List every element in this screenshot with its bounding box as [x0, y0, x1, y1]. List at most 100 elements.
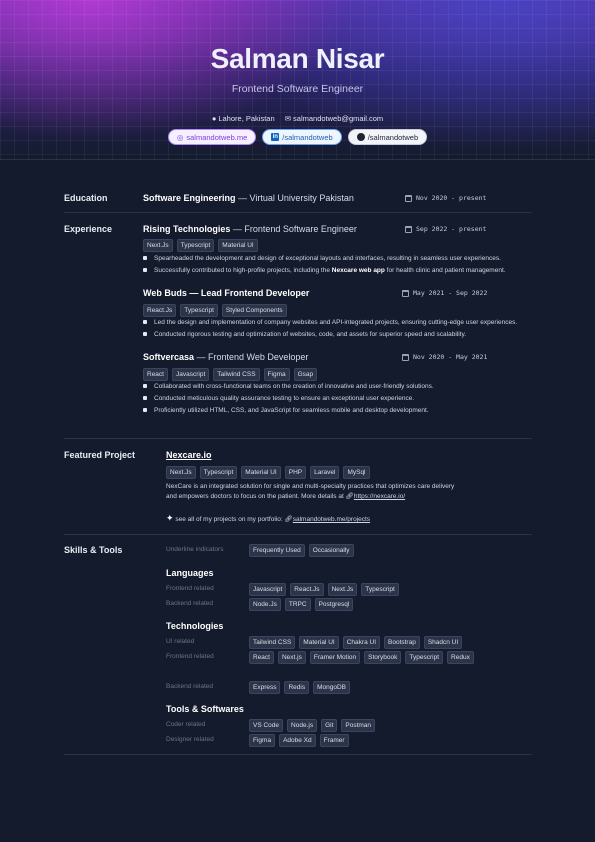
- job-tags: Next.Js Typescript Material UI: [143, 239, 258, 252]
- project-name[interactable]: Nexcare.io: [166, 450, 212, 460]
- tag: Laravel: [310, 466, 340, 479]
- tag: Next.Js: [327, 583, 358, 596]
- tag: Next.Js: [166, 466, 196, 479]
- portfolio-text: see all of my projects on my portfolio:: [175, 516, 285, 523]
- project-link[interactable]: https://nexcare.io/: [354, 493, 405, 500]
- tag: Bootstrap: [384, 636, 420, 649]
- person-role: Frontend Software Engineer: [231, 83, 364, 95]
- github-icon: [356, 133, 365, 141]
- linkedin-link-label[interactable]: /salmandotweb: [282, 133, 332, 142]
- globe-icon: ◎: [176, 132, 184, 142]
- technologies-frontend-tags: React Next.js Framer Motion Storybook Ty…: [249, 651, 474, 664]
- bullet-highlight: Nexcare web app: [331, 267, 385, 274]
- tag: Tailwind CSS: [213, 368, 260, 381]
- website-link-label[interactable]: salmandotweb.me: [186, 133, 247, 142]
- job-bullet: Spearheaded the development and design o…: [143, 255, 501, 262]
- education-entry: Software Engineering — Virtual Universit…: [143, 193, 354, 203]
- tag: Shadcn UI: [423, 636, 463, 649]
- project-description-line: and empowers doctors to focus on the pat…: [166, 493, 346, 500]
- contact-line: ● Lahore, Pakistan ✉ salmandotweb@gmail.co…: [0, 114, 595, 123]
- job-date: Sep 2022 - present: [405, 225, 486, 233]
- tag: MySql: [343, 466, 370, 479]
- calendar-icon: [405, 194, 412, 202]
- languages-heading: Languages: [166, 568, 214, 578]
- job-date-text: May 2021 - Sep 2022: [413, 289, 488, 297]
- job-title-rising: Rising Technologies — Frontend Software …: [143, 224, 357, 234]
- languages-backend-label: Backend related: [166, 600, 213, 607]
- tag: Figma: [249, 734, 276, 747]
- social-links: ◎ salmandotweb.me in /salmandotweb /salm…: [0, 129, 595, 145]
- tag: Chakra UI: [342, 636, 380, 649]
- job-date: Nov 2020 - May 2021: [402, 353, 487, 361]
- portfolio-link[interactable]: salmandotweb.me/projects: [293, 516, 370, 523]
- location-pin-icon: ●: [211, 114, 217, 123]
- tools-designer-label: Designer related: [166, 736, 214, 743]
- tag: Git: [321, 719, 338, 732]
- job-bullet: Led the design and implementation of com…: [143, 319, 517, 326]
- tag: Typescript: [180, 304, 218, 317]
- languages-frontend-tags: Javascript React.Js Next.Js Typescript: [249, 583, 399, 596]
- tag: Material UI: [299, 636, 339, 649]
- tag: Typescript: [199, 466, 238, 479]
- tag: Typescript: [405, 651, 444, 664]
- job-bullet: Proficiently utilized HTML, CSS, and Jav…: [143, 407, 429, 414]
- tag: Tailwind CSS: [249, 636, 296, 649]
- job-tags: React.Js Typescript Styled Components: [143, 304, 287, 317]
- education-date-text: Nov 2020 - present: [416, 194, 487, 202]
- project-tags: Next.Js Typescript Material UI PHP Larav…: [166, 466, 370, 479]
- languages-frontend-label: Frontend related: [166, 585, 214, 592]
- header-banner: Salman Nisar Frontend Software Engineer …: [0, 0, 595, 160]
- mail-icon: ✉: [284, 114, 292, 123]
- technologies-heading: Technologies: [166, 621, 224, 631]
- project-heading: Featured Project: [64, 450, 136, 460]
- indicator-label: Underline indicators: [166, 546, 224, 553]
- link-icon: 🔗︎: [345, 493, 354, 500]
- languages-backend-tags: Node.Js TRPC Postgresql: [249, 598, 354, 611]
- tag: VS Code: [249, 719, 284, 732]
- email[interactable]: ✉ salmandotweb@gmail.com: [285, 114, 383, 123]
- tag: Redis: [284, 681, 310, 694]
- job-bullet: Successfully contributed to high-profile…: [143, 267, 506, 274]
- job-date-text: Nov 2020 - May 2021: [413, 353, 488, 361]
- tag: React.Js: [143, 304, 177, 317]
- tag: Figma: [263, 368, 290, 381]
- tools-heading: Tools & Softwares: [166, 704, 244, 714]
- technologies-backend-tags: Express Redis MongoDB: [249, 681, 351, 694]
- github-link[interactable]: /salmandotweb: [347, 129, 428, 145]
- job-date-text: Sep 2022 - present: [416, 225, 487, 233]
- school: — Virtual University Pakistan: [235, 193, 354, 203]
- website-link[interactable]: ◎ salmandotweb.me: [167, 129, 257, 145]
- tag: Framer Motion: [309, 651, 361, 664]
- person-name: Salman Nisar: [210, 43, 385, 74]
- job-role: — Frontend Software Engineer: [230, 224, 357, 234]
- calendar-icon: [402, 289, 409, 297]
- tag: Postgresql: [314, 598, 354, 611]
- tag: Gsap: [293, 368, 318, 381]
- education-heading: Education: [64, 193, 108, 203]
- education-date: Nov 2020 - present: [405, 194, 486, 202]
- bullet-text: Successfully contributed to high-profile…: [154, 267, 332, 274]
- github-link-label[interactable]: /salmandotweb: [368, 133, 418, 142]
- company-name: Rising Technologies: [143, 224, 231, 234]
- project-description-line: NexCare is an integrated solution for si…: [166, 483, 455, 490]
- location-text: Lahore, Pakistan: [218, 114, 275, 123]
- company-name: Softvercasa: [143, 352, 195, 362]
- job-title-webbuds: Web Buds — Lead Frontend Developer: [143, 288, 309, 298]
- tag: Adobe Xd: [279, 734, 316, 747]
- tag: Typescript: [176, 239, 215, 252]
- tag: Javascript: [171, 368, 210, 381]
- tag: Next.Js: [143, 239, 173, 252]
- project-description: NexCare is an integrated solution for si…: [166, 482, 506, 502]
- linkedin-link[interactable]: in /salmandotweb: [262, 129, 342, 145]
- job-bullet: Conducted rigorous testing and optimizat…: [143, 331, 466, 338]
- sparkle-icon: ✦: [166, 513, 174, 523]
- degree: Software Engineering: [143, 193, 236, 203]
- tag: Material UI: [241, 466, 281, 479]
- divider: [64, 438, 532, 439]
- job-tags: React Javascript Tailwind CSS Figma Gsap: [143, 368, 318, 381]
- job-role: — Lead Frontend Developer: [186, 288, 310, 298]
- tag: Material UI: [218, 239, 258, 252]
- skills-heading: Skills & Tools: [64, 545, 123, 555]
- email-text[interactable]: salmandotweb@gmail.com: [293, 114, 383, 123]
- tag: Redux: [447, 651, 474, 664]
